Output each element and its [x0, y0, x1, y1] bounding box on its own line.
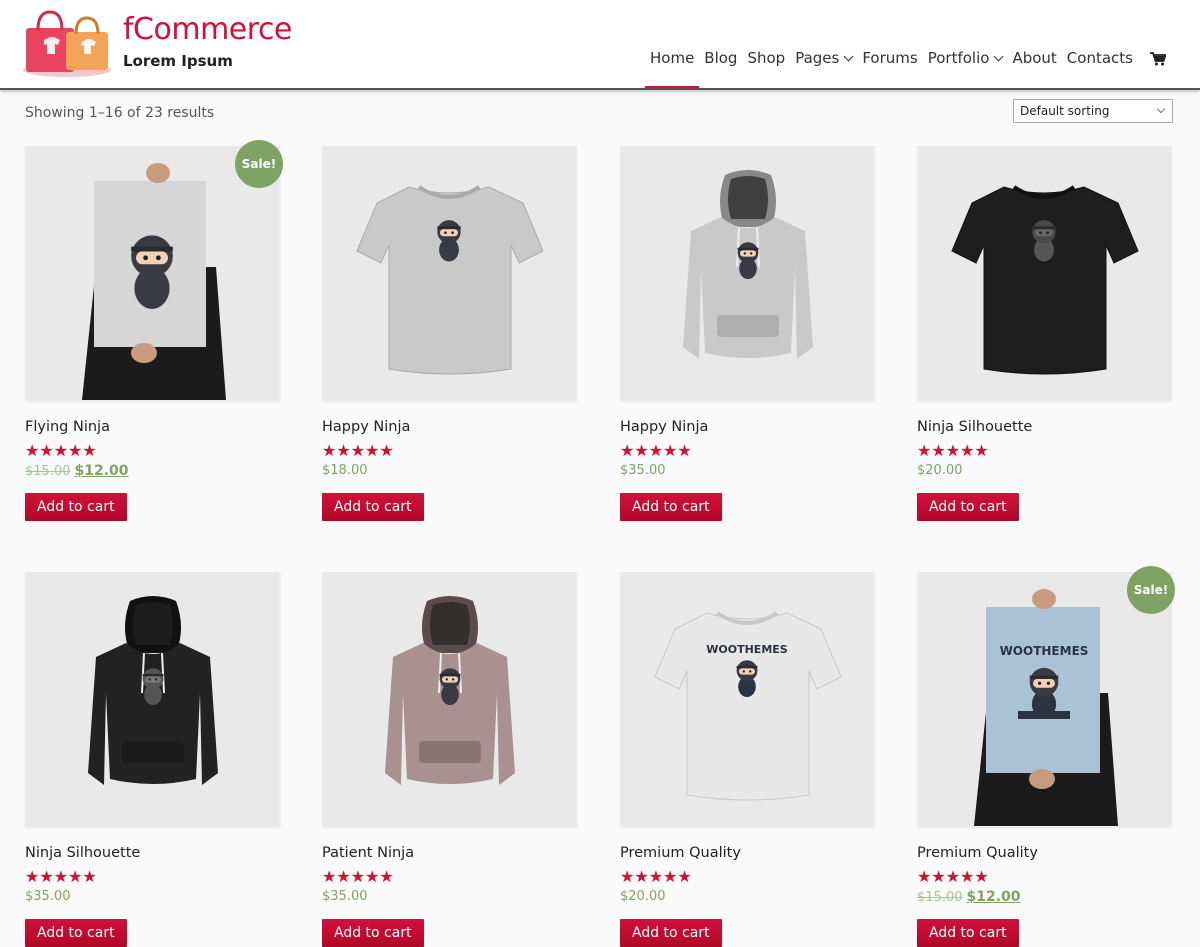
star-rating: ★★★★★ ★★★★★ [917, 867, 1172, 886]
chevron-down-icon [843, 51, 854, 62]
nav-item-forums[interactable]: Forums [857, 48, 922, 88]
star-rating-filled-icons: ★★★★★ [25, 441, 97, 460]
product-title[interactable]: Premium Quality [620, 845, 875, 865]
nav-item-about[interactable]: About [1007, 48, 1061, 88]
star-rating-filled-icons: ★★★★★ [25, 867, 97, 886]
add-to-cart-button[interactable]: Add to cart [25, 919, 127, 947]
chevron-down-icon [993, 51, 1004, 62]
product-card[interactable]: Happy Ninja ★★★★★ ★★★★★ $18.00 Add to cart [322, 146, 577, 521]
current-price: $20.00 [620, 889, 666, 904]
add-to-cart-button[interactable]: Add to cart [25, 493, 127, 521]
nav-item-home[interactable]: Home [645, 48, 700, 88]
current-price: $35.00 [620, 463, 666, 478]
product-title[interactable]: Ninja Silhouette [917, 419, 1172, 439]
current-price: $12.00 [966, 889, 1021, 905]
product-title[interactable]: Ninja Silhouette [25, 845, 280, 865]
product-card[interactable]: Happy Ninja ★★★★★ ★★★★★ $35.00 Add to cart [620, 146, 875, 521]
nav-item-shop[interactable]: Shop [742, 48, 790, 88]
star-rating: ★★★★★ ★★★★★ [620, 441, 875, 460]
nav-item-label: Home [650, 49, 695, 67]
product-image[interactable]: WOOTHEMES [620, 572, 875, 827]
current-price: $12.00 [74, 463, 129, 479]
star-rating: ★★★★★ ★★★★★ [917, 441, 1172, 460]
star-rating: ★★★★★ ★★★★★ [25, 867, 280, 886]
product-price: $18.00 [322, 463, 577, 481]
star-rating: ★★★★★ ★★★★★ [322, 867, 577, 886]
site-tagline: Lorem Ipsum [123, 52, 233, 70]
add-to-cart-button[interactable]: Add to cart [620, 493, 722, 521]
product-image[interactable] [620, 146, 875, 401]
old-price: $15.00 [25, 464, 71, 479]
product-price: $20.00 [917, 463, 1172, 481]
product-image[interactable] [25, 146, 280, 401]
star-rating-filled-icons: ★★★★★ [620, 867, 692, 886]
nav-item-contacts[interactable]: Contacts [1062, 48, 1138, 88]
chevron-down-icon [1156, 104, 1166, 114]
product-price: $35.00 [25, 889, 280, 907]
current-price: $20.00 [917, 463, 963, 478]
product-image[interactable] [25, 572, 280, 827]
nav-item-blog[interactable]: Blog [699, 48, 742, 88]
nav-item-label: About [1012, 49, 1057, 67]
nav-item-pages[interactable]: Pages [790, 48, 857, 88]
old-price: $15.00 [917, 890, 963, 905]
sorting-selected-value: Default sorting [1020, 104, 1110, 118]
star-rating: ★★★★★ ★★★★★ [322, 441, 577, 460]
star-rating-filled-icons: ★★★★★ [322, 867, 394, 886]
current-price: $35.00 [322, 889, 368, 904]
nav-item-label: Contacts [1066, 49, 1133, 67]
nav-item-label: Portfolio [927, 49, 990, 67]
product-price: $20.00 [620, 889, 875, 907]
product-card[interactable]: WOOTHEMES Premium Quality ★★★★★ ★★★★★ $20.0… [620, 572, 875, 947]
add-to-cart-button[interactable]: Add to cart [917, 919, 1019, 947]
product-card[interactable]: Ninja Silhouette ★★★★★ ★★★★★ $20.00 Add to c… [917, 146, 1172, 521]
site-header: fCommerce Lorem Ipsum Home Blog Shop Pages F… [0, 0, 1200, 90]
star-rating: ★★★★★ ★★★★★ [25, 441, 280, 460]
product-price: $15.00 $12.00 [917, 889, 1172, 907]
product-price: $35.00 [620, 463, 875, 481]
main-navigation: Home Blog Shop Pages Forums Portfolio About Con… [645, 48, 1138, 88]
svg-text:WOOTHEMES: WOOTHEMES [1000, 644, 1089, 658]
product-title[interactable]: Happy Ninja [322, 419, 577, 439]
shopping-bags-logo[interactable] [22, 10, 112, 78]
product-image[interactable]: WOOTHEMES [917, 572, 1172, 827]
nav-item-label: Shop [747, 49, 786, 67]
product-image[interactable] [322, 146, 577, 401]
product-price: $35.00 [322, 889, 577, 907]
result-count: Showing 1–16 of 23 results [25, 105, 215, 121]
star-rating-filled-icons: ★★★★★ [917, 441, 989, 460]
star-rating-filled-icons: ★★★★★ [917, 867, 989, 886]
nav-item-label: Forums [862, 49, 918, 67]
current-price: $35.00 [25, 889, 71, 904]
star-rating: ★★★★★ ★★★★★ [620, 867, 875, 886]
sale-badge: Sale! [235, 140, 283, 188]
product-price: $15.00 $12.00 [25, 463, 280, 481]
nav-item-label: Blog [704, 49, 738, 67]
product-image[interactable] [322, 572, 577, 827]
product-title[interactable]: Happy Ninja [620, 419, 875, 439]
add-to-cart-button[interactable]: Add to cart [620, 919, 722, 947]
site-title[interactable]: fCommerce [123, 12, 292, 47]
add-to-cart-button[interactable]: Add to cart [917, 493, 1019, 521]
shopping-cart-icon[interactable] [1150, 52, 1166, 66]
sorting-select[interactable]: Default sorting [1013, 99, 1173, 123]
product-title[interactable]: Premium Quality [917, 845, 1172, 865]
product-title[interactable]: Patient Ninja [322, 845, 577, 865]
star-rating-filled-icons: ★★★★★ [620, 441, 692, 460]
product-card[interactable]: Ninja Silhouette ★★★★★ ★★★★★ $35.00 Add to c… [25, 572, 280, 947]
sale-badge: Sale! [1127, 566, 1175, 614]
add-to-cart-button[interactable]: Add to cart [322, 919, 424, 947]
product-image[interactable] [917, 146, 1172, 401]
product-card[interactable]: Sale! Flying Ninja ★★★★★ ★★★★★ $15.00 $12.00 A… [25, 140, 283, 521]
product-title[interactable]: Flying Ninja [25, 419, 280, 439]
current-price: $18.00 [322, 463, 368, 478]
product-card[interactable]: WOOTHEMES Sale! Premium Quality ★★★★★ ★★★★★… [917, 566, 1175, 947]
star-rating-filled-icons: ★★★★★ [322, 441, 394, 460]
nav-item-portfolio[interactable]: Portfolio [923, 48, 1008, 88]
nav-item-label: Pages [795, 49, 840, 67]
svg-text:WOOTHEMES: WOOTHEMES [706, 643, 788, 656]
product-card[interactable]: Patient Ninja ★★★★★ ★★★★★ $35.00 Add to cart [322, 572, 577, 947]
add-to-cart-button[interactable]: Add to cart [322, 493, 424, 521]
